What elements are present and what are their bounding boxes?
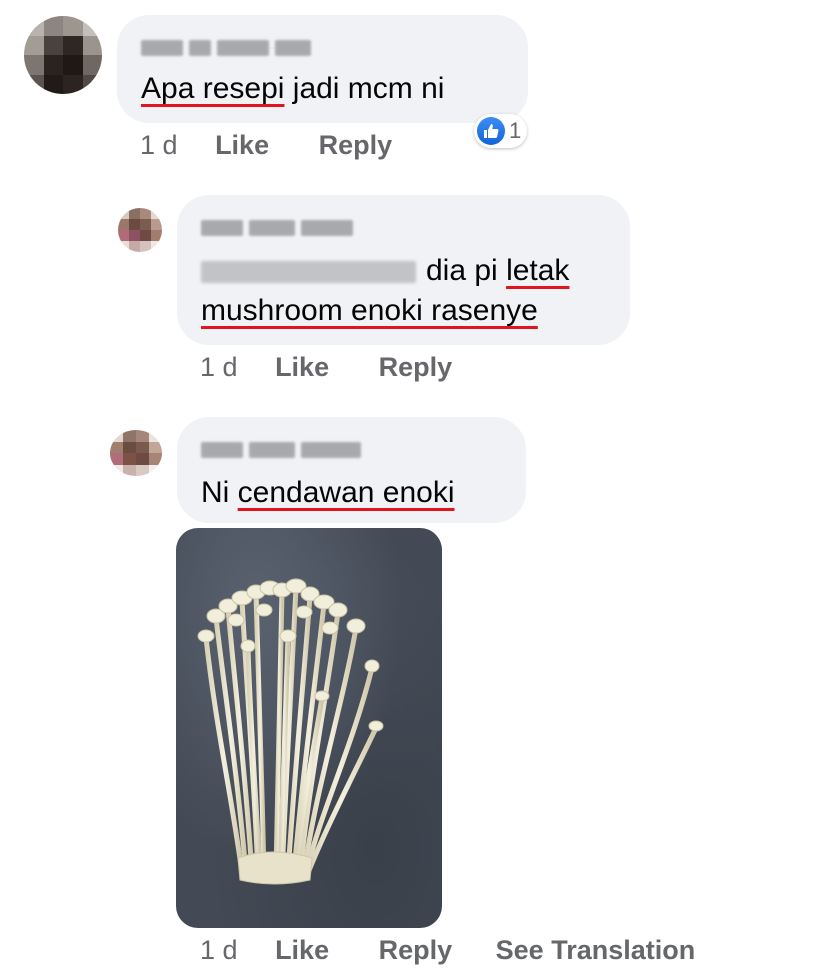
reply-button[interactable]: Reply [319,130,393,160]
misspelled-word: Apa resepi [141,72,285,105]
commenter-name-redacted[interactable] [141,39,311,57]
like-button[interactable]: Like [275,935,329,965]
avatar[interactable] [110,430,162,476]
comment-actions: 1 d Like Reply [140,130,392,161]
misspelled-word: mushroom enoki rasenye [201,294,538,327]
comment-actions: 1 d Like Reply See Translation [200,935,695,966]
like-button[interactable]: Like [275,352,329,382]
avatar[interactable] [24,16,102,94]
comment-actions: 1 d Like Reply [200,352,452,383]
reaction-summary[interactable]: 1 [474,114,528,148]
comment-bubble: Apa resepi jadi mcm ni [117,15,528,123]
comment-bubble: Ni cendawan enoki [177,417,526,523]
tagged-name-redacted[interactable] [201,261,416,284]
thumbs-up-icon [477,117,505,145]
comment-timestamp[interactable]: 1 d [200,352,238,382]
commenter-name-redacted[interactable] [201,441,361,459]
comment-text: Apa resepi jadi mcm ni [141,72,445,105]
comment-bubble: dia pi letak mushroom enoki rasenye [177,195,630,345]
comment-text: Ni cendawan enoki [201,476,455,509]
comment-text-line-1: dia pi letak [201,251,569,291]
enoki-mushroom-illustration [197,578,384,885]
reply-button[interactable]: Reply [379,352,453,382]
see-translation-link[interactable]: See Translation [496,935,696,965]
enoki-mushroom-photo[interactable] [176,528,442,928]
comment-text-line-2: mushroom enoki rasenye [201,291,538,331]
comment-timestamp[interactable]: 1 d [200,935,238,965]
misspelled-word: cendawan enoki [237,476,455,509]
comment-timestamp[interactable]: 1 d [140,130,178,160]
misspelled-word: letak [506,254,570,287]
avatar[interactable] [118,208,162,252]
commenter-name-redacted[interactable] [201,219,353,237]
reaction-count: 1 [509,118,522,143]
reply-button[interactable]: Reply [379,935,453,965]
like-button[interactable]: Like [215,130,269,160]
